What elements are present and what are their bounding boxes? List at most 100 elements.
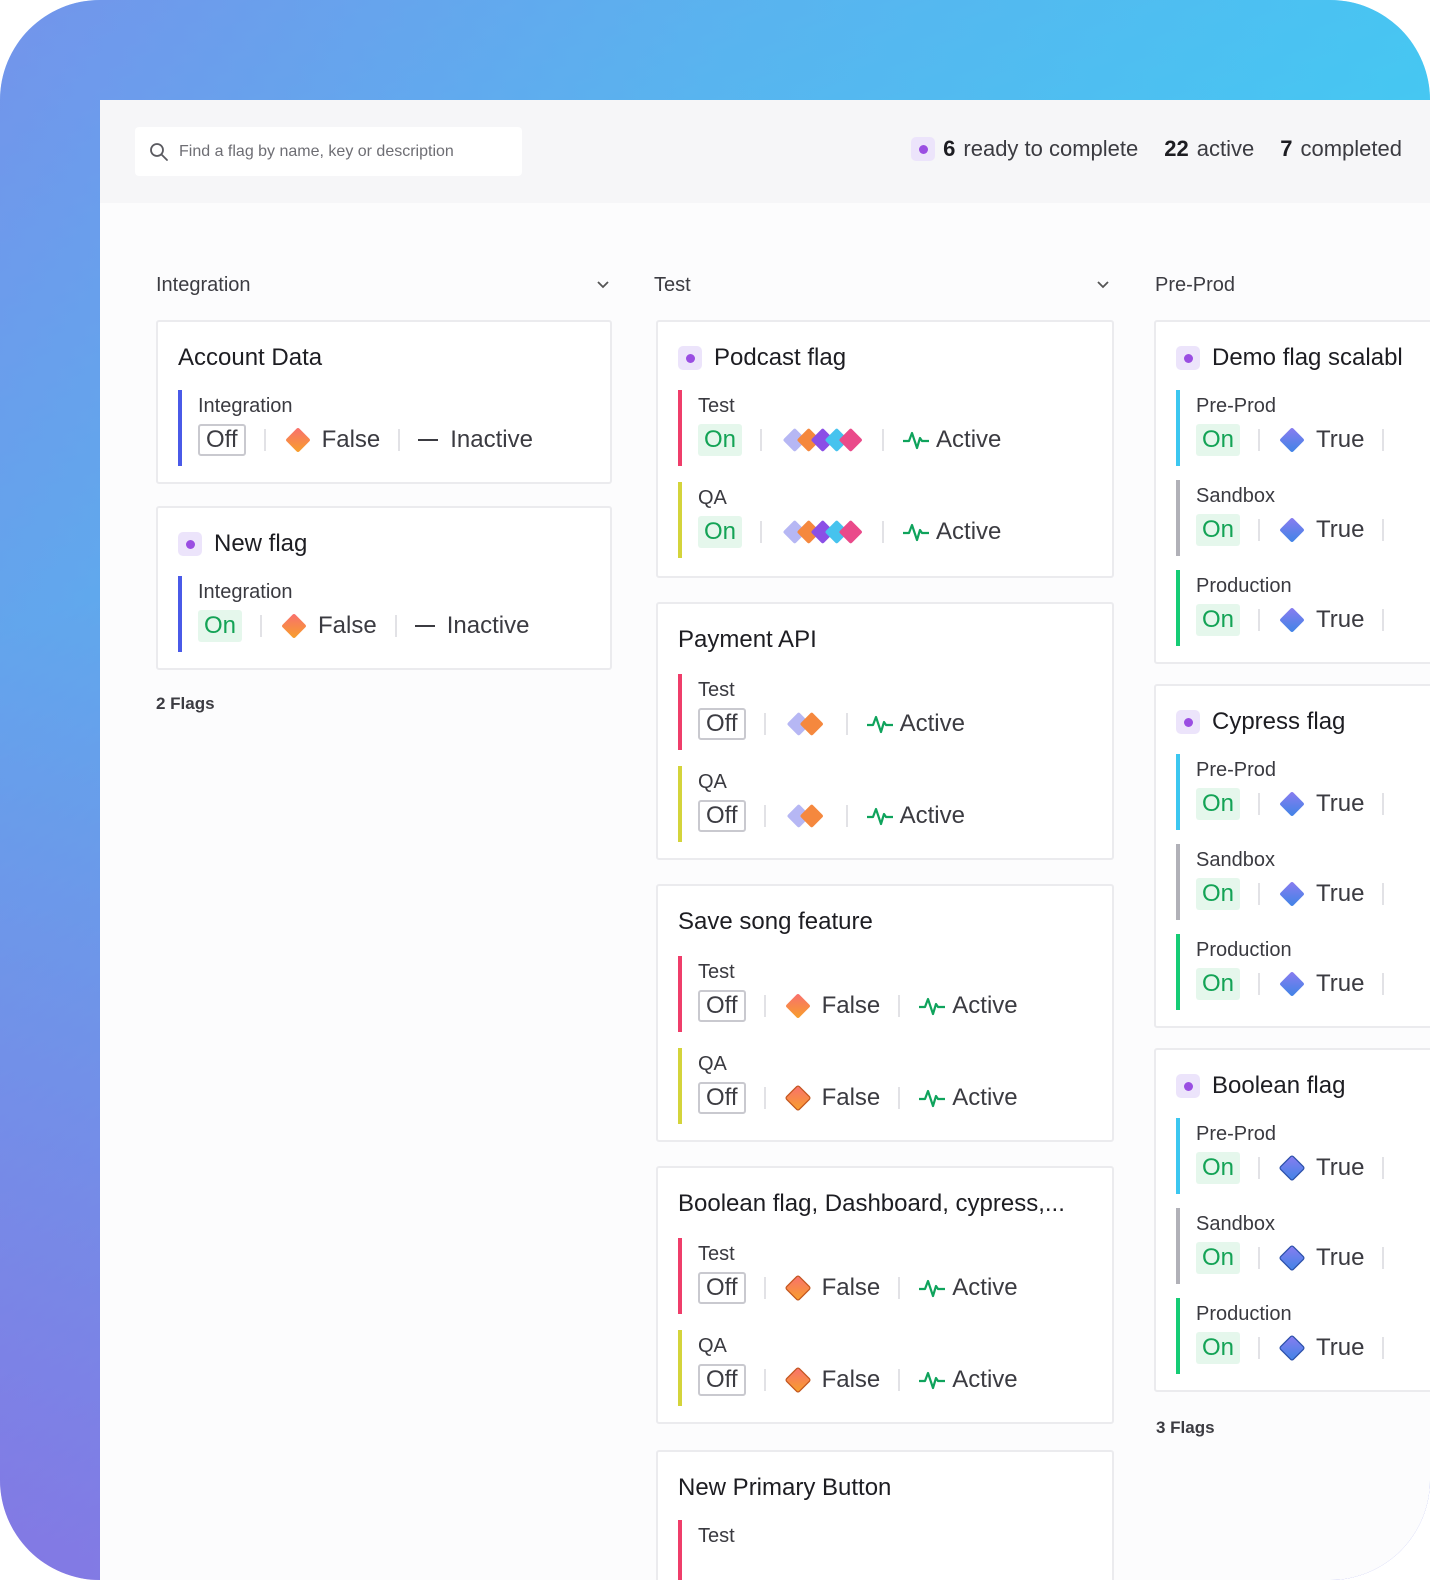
env-name: Test xyxy=(698,1243,735,1265)
env-name: Test xyxy=(698,679,735,701)
divider xyxy=(398,429,401,451)
dash-icon xyxy=(418,439,439,441)
env-production: Production On True xyxy=(1176,934,1402,1010)
toggle-off[interactable]: Off xyxy=(698,1272,746,1304)
env-name: Sandbox xyxy=(1196,485,1275,507)
divider xyxy=(845,713,848,735)
status-text: Active xyxy=(952,1274,1018,1301)
toggle-on[interactable]: On xyxy=(1196,1332,1241,1364)
stat-completed[interactable]: 7 completed xyxy=(1280,136,1402,162)
value-text: True xyxy=(1316,1244,1365,1271)
toggle-off[interactable]: Off xyxy=(698,1082,746,1114)
env-name: Pre-Prod xyxy=(1196,759,1277,781)
env-preprod: Pre-Prod On True xyxy=(1176,754,1402,830)
flag-card[interactable]: New flag Integration On False Inactive xyxy=(156,506,612,670)
toggle-on[interactable]: On xyxy=(698,516,743,548)
column-header[interactable]: Pre-Prod xyxy=(1155,270,1430,300)
env-production: Production On True xyxy=(1176,1298,1402,1374)
column-header[interactable]: Integration xyxy=(156,270,612,300)
env-name: Pre-Prod xyxy=(1196,1123,1277,1145)
column-preprod: Pre-Prod xyxy=(1155,270,1430,300)
divider xyxy=(763,805,766,827)
toggle-on[interactable]: On xyxy=(1196,968,1241,1000)
flag-card[interactable]: Podcast flag Test On Active QA On Active xyxy=(656,320,1114,578)
env-integration: Integration On False Inactive xyxy=(178,576,529,652)
env-qa: QA Off Active xyxy=(678,766,965,842)
divider xyxy=(1258,973,1261,995)
divider xyxy=(1258,1247,1261,1269)
status-text: Active xyxy=(952,992,1018,1019)
column-title: Pre-Prod xyxy=(1155,273,1236,296)
divider xyxy=(898,1277,901,1299)
status-text: Active xyxy=(952,1084,1018,1111)
env-name: QA xyxy=(698,771,727,793)
flag-card[interactable]: Payment API Test Off Active QA Off Activ… xyxy=(656,602,1114,860)
variation-diamond-icon xyxy=(1279,1155,1305,1181)
toggle-on[interactable]: On xyxy=(1196,604,1241,636)
toggle-on[interactable]: On xyxy=(1196,1242,1241,1274)
value-text: True xyxy=(1316,1154,1365,1181)
env-name: Production xyxy=(1196,939,1292,961)
divider xyxy=(1258,793,1261,815)
search-box[interactable] xyxy=(135,127,522,176)
value-text: False xyxy=(321,426,381,453)
env-test: Test On Active xyxy=(678,390,1001,466)
column-header[interactable]: Test xyxy=(654,270,1112,300)
card-title: Save song feature xyxy=(678,908,873,936)
flag-card[interactable]: Demo flag scalabl Pre-Prod On True Sandb… xyxy=(1154,320,1430,664)
two-variation-icon xyxy=(787,804,823,828)
flag-card[interactable]: Account Data Integration Off False Inact… xyxy=(156,320,612,484)
env-name: Pre-Prod xyxy=(1196,395,1277,417)
card-title: Demo flag scalabl xyxy=(1176,344,1403,372)
toggle-on[interactable]: On xyxy=(1196,1152,1241,1184)
variation-diamond-icon xyxy=(1280,518,1304,542)
env-name: Sandbox xyxy=(1196,1213,1275,1235)
env-name: Test xyxy=(698,1525,735,1547)
toggle-off[interactable]: Off xyxy=(698,708,746,740)
toggle-off[interactable]: Off xyxy=(698,1364,746,1396)
flag-card[interactable]: Boolean flag, Dashboard, cypress,... Tes… xyxy=(656,1166,1114,1424)
activity-pulse-icon xyxy=(919,997,946,1016)
purple-dot-icon xyxy=(178,532,202,556)
search-icon xyxy=(150,142,168,161)
toggle-on[interactable]: On xyxy=(198,610,243,642)
variation-diamond-icon xyxy=(785,994,810,1018)
value-text: False xyxy=(821,1366,881,1393)
value-text: True xyxy=(1316,1334,1365,1361)
status-text: Inactive xyxy=(450,426,533,453)
divider xyxy=(763,1277,766,1299)
toggle-on[interactable]: On xyxy=(1196,788,1241,820)
column-test: Test xyxy=(654,270,1112,300)
stat-active[interactable]: 22 active xyxy=(1164,136,1254,162)
toggle-on[interactable]: On xyxy=(698,424,743,456)
flag-card[interactable]: Cypress flag Pre-Prod On True Sandbox On… xyxy=(1154,684,1430,1028)
flag-card[interactable]: Save song feature Test Off False Active … xyxy=(656,884,1114,1142)
chevron-down-icon[interactable] xyxy=(594,276,612,294)
toggle-on[interactable]: On xyxy=(1196,424,1241,456)
toggle-on[interactable]: On xyxy=(1196,878,1241,910)
divider xyxy=(263,429,266,451)
value-text: True xyxy=(1316,970,1365,997)
toggle-on[interactable]: On xyxy=(1196,514,1241,546)
env-sandbox: Sandbox On True xyxy=(1176,480,1402,556)
multi-variation-icon xyxy=(783,520,862,544)
search-input[interactable] xyxy=(177,141,511,162)
variation-diamond-icon xyxy=(785,1275,811,1301)
flag-stats: 6 ready to complete 22 active 7 complete… xyxy=(911,136,1402,162)
env-production: Production On True xyxy=(1176,570,1402,646)
toggle-off[interactable]: Off xyxy=(698,800,746,832)
multi-variation-icon xyxy=(783,428,862,452)
env-sandbox: Sandbox On True xyxy=(1176,844,1402,920)
stat-ready[interactable]: 6 ready to complete xyxy=(911,136,1138,162)
divider xyxy=(898,1369,901,1391)
env-name: QA xyxy=(698,1335,727,1357)
toggle-off[interactable]: Off xyxy=(198,424,246,456)
flag-card[interactable]: Boolean flag Pre-Prod On True Sandbox On… xyxy=(1154,1048,1430,1392)
chevron-down-icon[interactable] xyxy=(1094,276,1112,294)
activity-pulse-icon xyxy=(866,807,893,826)
divider xyxy=(763,713,766,735)
env-preprod: Pre-Prod On True xyxy=(1176,390,1402,466)
divider xyxy=(882,429,885,451)
toggle-off[interactable]: Off xyxy=(698,990,746,1022)
flag-card[interactable]: New Primary Button Test xyxy=(656,1450,1114,1580)
